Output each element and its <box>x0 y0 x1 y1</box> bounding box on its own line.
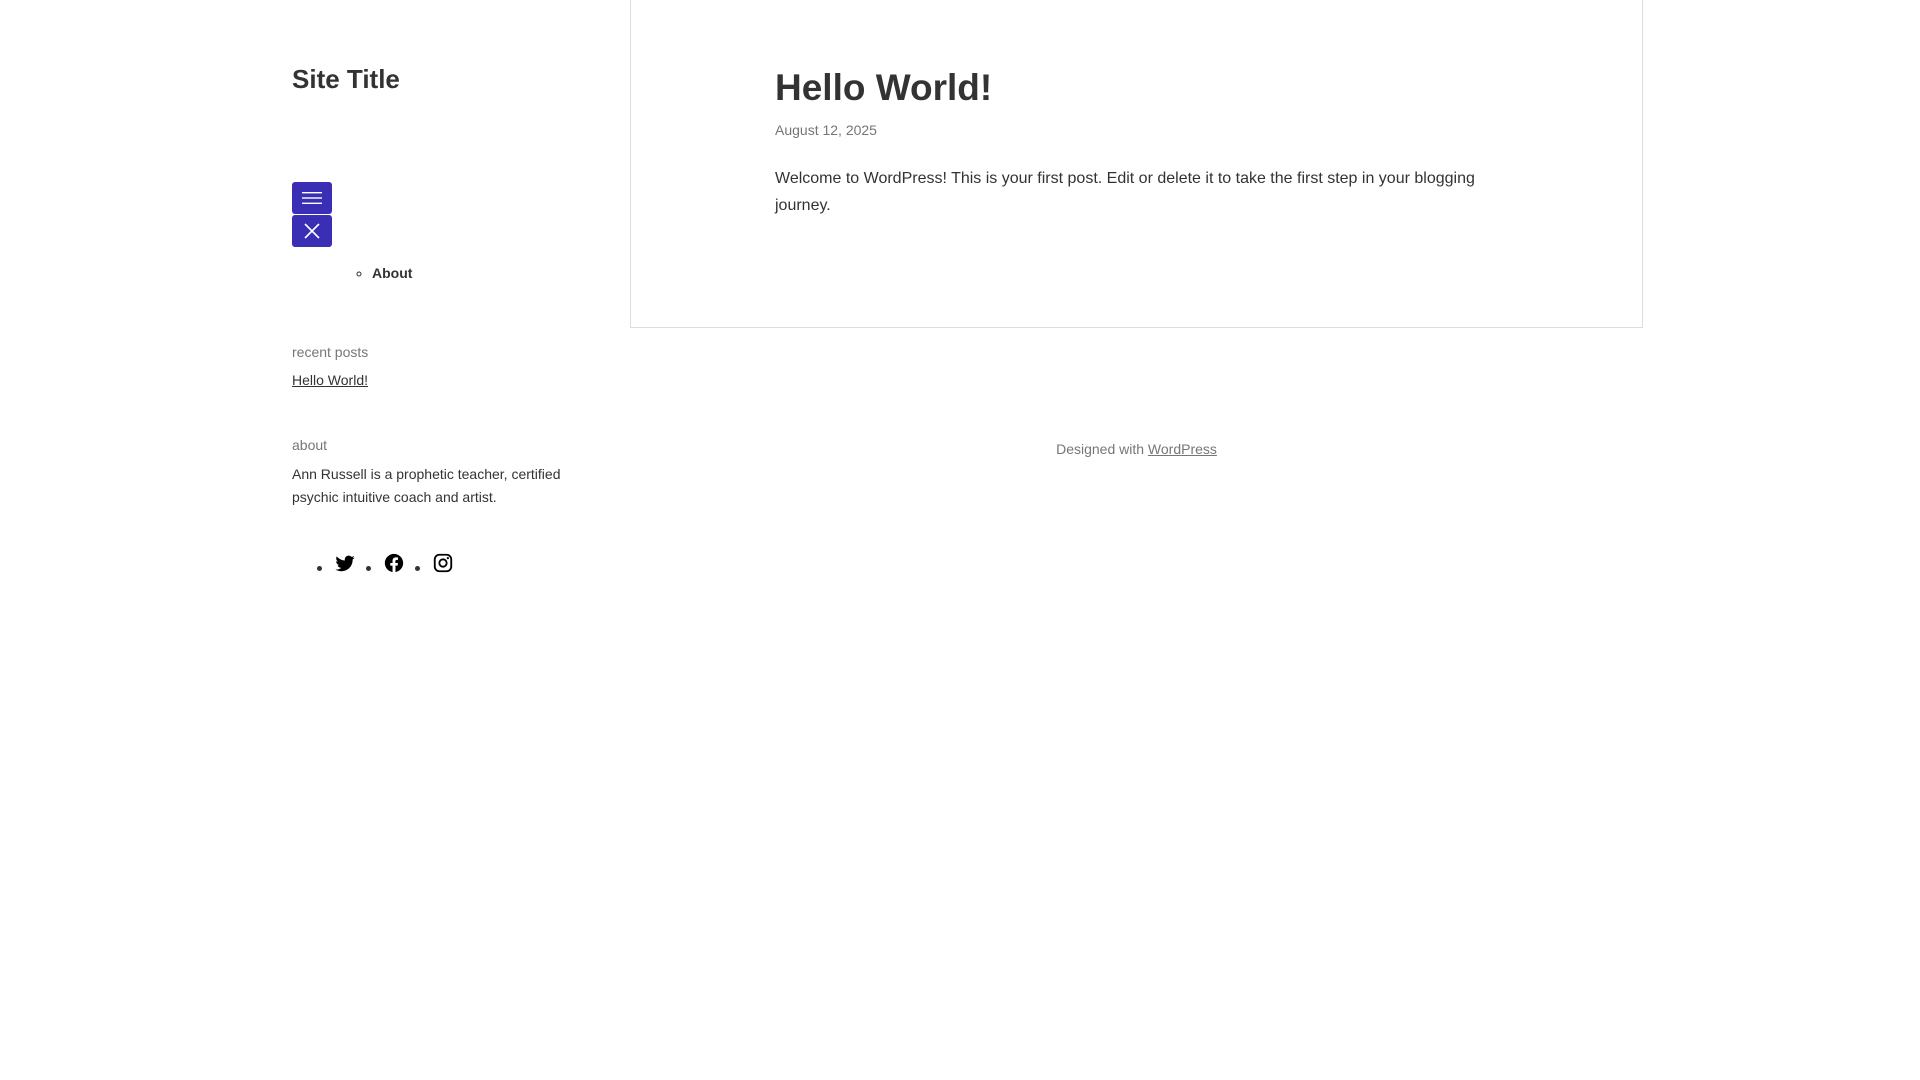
nav-item-about: About <box>372 265 412 281</box>
list-bullet <box>366 566 371 571</box>
footer-credit-text: Designed with <box>1056 441 1148 457</box>
social-item-twitter <box>292 552 356 574</box>
menu-icon <box>302 191 322 205</box>
about-text: Ann Russell is a prophetic teacher, cert… <box>292 466 561 505</box>
post-content: Welcome to WordPress! This is your first… <box>775 170 1475 214</box>
site-footer: Designed with WordPress <box>630 441 1643 457</box>
nav-link-about[interactable]: About <box>372 265 412 281</box>
instagram-icon <box>432 552 454 574</box>
site-title[interactable]: Site Title <box>292 64 400 95</box>
facebook-link[interactable] <box>383 552 405 574</box>
social-item-instagram <box>413 552 454 574</box>
instagram-link[interactable] <box>432 552 454 574</box>
about-title: about <box>292 437 328 453</box>
navigation-menu: About <box>372 265 412 281</box>
social-links <box>292 552 462 574</box>
twitter-icon <box>334 552 356 574</box>
list-bullet <box>415 566 420 571</box>
post-card: Hello World! August 12, 2025 Welcome to … <box>630 0 1643 328</box>
menu-close-button[interactable] <box>292 215 332 247</box>
twitter-link[interactable] <box>334 552 356 574</box>
social-item-facebook <box>364 552 405 574</box>
page: Site Title About rece <box>0 0 1920 1080</box>
recent-posts-title: recent posts <box>292 344 369 360</box>
post-title[interactable]: Hello World! <box>775 67 992 109</box>
menu-open-button[interactable] <box>292 182 332 214</box>
facebook-icon <box>383 552 405 574</box>
close-icon <box>303 222 321 240</box>
wordpress-link[interactable]: WordPress <box>1148 441 1217 457</box>
post-date: August 12, 2025 <box>775 122 877 138</box>
recent-post-link[interactable]: Hello World! <box>292 372 368 388</box>
list-bullet <box>317 566 322 571</box>
